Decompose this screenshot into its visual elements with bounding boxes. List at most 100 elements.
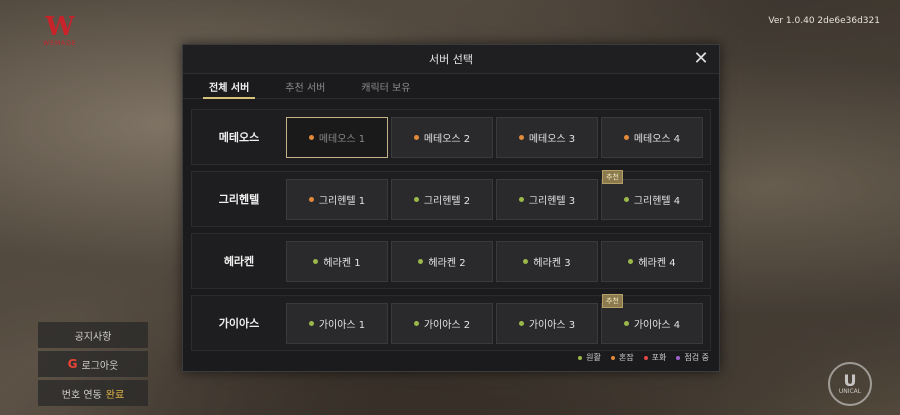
server-label: 가이아스 3 — [528, 319, 576, 331]
server-button[interactable]: 추천그리헨텔 4 — [601, 169, 703, 220]
server-button[interactable]: 메테오스 3 — [496, 116, 598, 158]
status-dot-icon — [623, 134, 629, 140]
server-button-row: 그리헨텔 1 그리헨텔 2 그리헨텔 3 추천그리헨텔 4 — [286, 169, 703, 220]
recommended-badge: 추천 — [602, 169, 623, 184]
server-label: 그리헨텔 1 — [318, 195, 366, 207]
server-group-name: 그리헨텔 — [218, 193, 260, 206]
status-dot-icon — [628, 258, 634, 264]
status-dot-icon — [308, 320, 314, 326]
status-dot-icon — [413, 134, 419, 140]
status-dot-icon — [413, 196, 419, 202]
legend-item: 혼잡 — [610, 352, 634, 363]
logo-letter: W — [45, 12, 75, 42]
tab-character-servers[interactable]: 캐릭터 보유 — [347, 74, 424, 98]
server-label: 가이아스 1 — [318, 319, 366, 331]
notice-label: 공지사항 — [74, 331, 112, 343]
status-dot-icon — [523, 258, 529, 264]
server-button-row: 메테오스 1 메테오스 2 메테오스 3 메테오스 4 — [286, 116, 703, 158]
close-icon[interactable]: ✕ — [691, 49, 711, 69]
server-button[interactable]: 헤라켄 3 — [496, 240, 598, 282]
google-icon: G — [67, 357, 78, 371]
legend-dot-icon — [676, 355, 681, 360]
dialog-title: 서버 선택 — [429, 53, 473, 66]
server-group-name: 메테오스 — [218, 131, 260, 144]
status-dot-icon — [518, 134, 524, 140]
server-button[interactable]: 추천가이아스 4 — [601, 293, 703, 344]
game-logo: W WEMADE — [42, 14, 78, 47]
status-dot-icon — [313, 258, 319, 264]
server-label: 메테오스 3 — [528, 133, 576, 145]
server-button[interactable]: 메테오스 2 — [391, 116, 493, 158]
server-group-name: 가이아스 — [218, 317, 260, 330]
server-button-row: 헤라켄 1 헤라켄 2 헤라켄 3 헤라켄 4 — [286, 240, 703, 282]
server-group: 헤라켄 헤라켄 1 헤라켄 2 헤라켄 3 헤라켄 4 — [191, 233, 711, 289]
status-dot-icon — [308, 196, 314, 202]
status-legend: 원활 혼잡 포화 점검 중 — [578, 352, 709, 363]
server-group: 가이아스 가이아스 1 가이아스 2 가이아스 3 추천가이아스 4 — [191, 293, 711, 351]
legend-item: 원활 — [578, 352, 601, 363]
server-group: 메테오스 메테오스 1 메테오스 2 메테오스 3 메테오스 4 — [191, 109, 711, 165]
legend-item: 점검 중 — [676, 352, 709, 363]
logout-button[interactable]: G 로그아웃 — [38, 351, 148, 377]
server-button[interactable]: 그리헨텔 1 — [286, 178, 388, 220]
legend-dot-icon — [610, 355, 615, 360]
tab-recommended-servers[interactable]: 추천 서버 — [271, 74, 339, 98]
status-dot-icon — [518, 196, 524, 202]
legend-label: 포화 — [651, 353, 667, 362]
version-label: Ver 1.0.40 2de6e36d321 — [768, 16, 880, 26]
server-button[interactable]: 그리헨텔 2 — [391, 178, 493, 220]
server-button[interactable]: 헤라켄 2 — [391, 240, 493, 282]
notice-button[interactable]: 공지사항 — [38, 322, 148, 348]
logo-text: WEMADE — [43, 40, 77, 47]
unical-text: UNICAL — [838, 387, 862, 395]
status-dot-icon — [418, 258, 424, 264]
server-group: 그리헨텔 그리헨텔 1 그리헨텔 2 그리헨텔 3 추천그리헨텔 4 — [191, 169, 711, 227]
server-label: 메테오스 1 — [318, 133, 366, 145]
status-dot-icon — [623, 196, 629, 202]
logout-label: 로그아웃 — [81, 360, 119, 372]
server-button[interactable]: 가이아스 1 — [286, 302, 388, 344]
legend-label: 혼잡 — [618, 353, 634, 362]
server-label: 메테오스 4 — [633, 133, 681, 145]
server-label: 헤라켄 1 — [323, 257, 361, 269]
legend-dot-icon — [578, 355, 583, 360]
unical-letter: U — [843, 370, 857, 390]
server-button[interactable]: 헤라켄 1 — [286, 240, 388, 282]
server-label: 가이아스 4 — [633, 319, 681, 331]
legend-item: 포화 — [643, 352, 667, 363]
dialog-header: 서버 선택 ✕ — [183, 45, 719, 74]
server-label: 메테오스 2 — [423, 133, 471, 145]
server-select-dialog: 서버 선택 ✕ 전체 서버 추천 서버 캐릭터 보유 메테오스 메테오스 1 메테오… — [182, 44, 720, 372]
unical-logo: U UNICAL — [828, 362, 872, 406]
server-button-row: 가이아스 1 가이아스 2 가이아스 3 추천가이아스 4 — [286, 293, 703, 344]
server-label: 그리헨텔 3 — [528, 195, 576, 207]
phone-link-button[interactable]: 번호 연동 완료 — [38, 380, 148, 406]
legend-label: 원활 — [586, 353, 601, 362]
recommended-badge: 추천 — [602, 293, 623, 308]
server-button[interactable]: 그리헨텔 3 — [496, 178, 598, 220]
server-label: 헤라켄 2 — [428, 257, 466, 269]
phone-link-label: 번호 연동 — [61, 389, 102, 401]
server-label: 그리헨텔 4 — [633, 195, 681, 207]
status-dot-icon — [518, 320, 524, 326]
server-button[interactable]: 가이아스 3 — [496, 302, 598, 344]
phone-link-status: 완료 — [105, 389, 125, 401]
tab-bar: 전체 서버 추천 서버 캐릭터 보유 — [183, 74, 719, 99]
server-button[interactable]: 가이아스 2 — [391, 302, 493, 344]
status-dot-icon — [413, 320, 419, 326]
status-dot-icon — [623, 320, 629, 326]
server-group-list: 메테오스 메테오스 1 메테오스 2 메테오스 3 메테오스 4 그리헨텔 그리헨텔 1 그리… — [183, 99, 719, 351]
server-label: 가이아스 2 — [423, 319, 471, 331]
server-button[interactable]: 헤라켄 4 — [601, 240, 703, 282]
server-label: 그리헨텔 2 — [423, 195, 471, 207]
left-menu: 공지사항 G 로그아웃 번호 연동 완료 — [38, 322, 148, 409]
legend-dot-icon — [643, 355, 648, 360]
server-label: 헤라켄 4 — [638, 257, 676, 269]
server-label: 헤라켄 3 — [533, 257, 571, 269]
status-dot-icon — [308, 134, 314, 140]
server-group-name: 헤라켄 — [223, 255, 255, 268]
legend-label: 점검 중 — [684, 353, 709, 362]
tab-all-servers[interactable]: 전체 서버 — [195, 74, 263, 99]
server-button[interactable]: 메테오스 1 — [286, 116, 388, 158]
server-button[interactable]: 메테오스 4 — [601, 116, 703, 158]
